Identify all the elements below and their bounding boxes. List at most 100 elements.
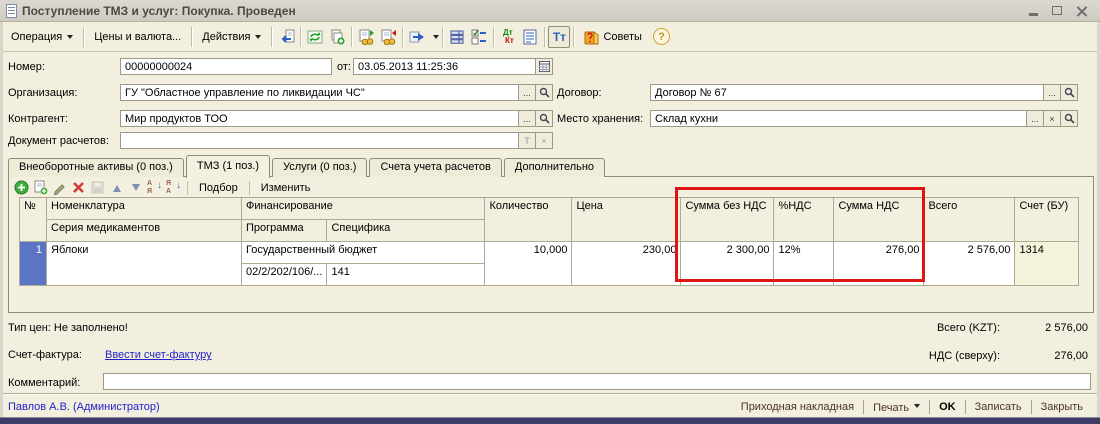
minimize-button[interactable]	[1026, 4, 1040, 18]
account-cell[interactable]: 1314	[1015, 242, 1079, 286]
quantity-cell[interactable]: 10,000	[485, 242, 572, 286]
total-cell[interactable]: 2 576,00	[924, 242, 1015, 286]
close-form-button[interactable]: Закрыть	[1032, 399, 1092, 415]
maximize-button[interactable]	[1050, 4, 1064, 18]
contractor-ellipsis-button[interactable]: ...	[518, 111, 535, 126]
save-button[interactable]: Записать	[966, 399, 1031, 415]
header-row-1: № Номенклатура Финансирование Количество…	[20, 198, 1079, 220]
settlement-doc-label: Документ расчетов:	[8, 135, 109, 147]
row-number-cell[interactable]: 1	[20, 242, 47, 286]
footer-separator	[0, 393, 1100, 395]
calendar-icon	[539, 61, 550, 72]
organization-lookup-button[interactable]	[535, 85, 552, 100]
checklist-icon	[471, 29, 487, 45]
nomenclature-cell[interactable]: Яблоки	[47, 242, 242, 286]
checklist-button[interactable]	[468, 26, 490, 48]
refresh-icon	[307, 29, 323, 45]
settlement-doc-input[interactable]	[121, 133, 518, 148]
warehouse-ellipsis-button[interactable]: ...	[1026, 111, 1043, 126]
change-button[interactable]: Изменить	[255, 181, 317, 195]
warehouse-clear-button[interactable]: ×	[1043, 111, 1060, 126]
post-document-button[interactable]	[355, 26, 377, 48]
financing-cell[interactable]: Государственный бюджет	[242, 242, 485, 264]
move-row-end-button[interactable]	[89, 180, 106, 196]
tab-settlement-accounts[interactable]: Счета учета расчетов	[369, 158, 501, 177]
chevron-down-icon[interactable]	[433, 35, 439, 42]
enter-invoice-link[interactable]: Ввести счет-фактуру	[105, 349, 212, 361]
delete-row-button[interactable]	[70, 180, 87, 196]
print-label: Печать	[873, 402, 909, 414]
text-labels-toggle-button[interactable]: Тт	[548, 26, 570, 48]
settlement-doc-text-button[interactable]: T	[518, 133, 535, 148]
report-button[interactable]	[519, 26, 541, 48]
contractor-input[interactable]	[121, 111, 518, 126]
tab-services[interactable]: Услуги (0 поз.)	[272, 158, 367, 177]
current-user-link[interactable]: Павлов А.В. (Администратор)	[8, 401, 160, 413]
vat-percent-cell[interactable]: 12%	[774, 242, 834, 286]
contract-input[interactable]	[651, 85, 1043, 100]
toolbar-separator	[402, 27, 403, 47]
lookup-icon	[539, 87, 550, 98]
organization-ellipsis-button[interactable]: ...	[518, 85, 535, 100]
number-input[interactable]	[121, 59, 331, 74]
move-row-up-button[interactable]	[108, 180, 125, 196]
refresh-button[interactable]	[304, 26, 326, 48]
unpost-document-button[interactable]	[377, 26, 399, 48]
prices-currency-label: Цены и валюта...	[94, 31, 181, 43]
date-label: от:	[337, 61, 351, 73]
advices-button[interactable]: Советы	[577, 25, 648, 49]
sort-asc-button[interactable]: АЯ↓	[146, 180, 163, 196]
tab-tmz[interactable]: ТМЗ (1 поз.)	[186, 155, 270, 178]
date-input[interactable]	[354, 59, 535, 74]
specifics-cell[interactable]: 141	[327, 264, 485, 286]
price-type-text: Тип цен: Не заполнено!	[8, 322, 128, 334]
copy-row-button[interactable]	[32, 180, 49, 196]
print-button[interactable]: Печать	[864, 398, 929, 416]
pick-button[interactable]: Подбор	[193, 181, 244, 195]
actions-button[interactable]: Действия	[195, 27, 268, 47]
copy-row-icon	[33, 180, 48, 195]
toolbar-separator	[442, 27, 443, 47]
warehouse-lookup-button[interactable]	[1060, 111, 1077, 126]
move-row-down-button[interactable]	[127, 180, 144, 196]
advices-icon	[584, 29, 599, 45]
contract-ellipsis-button[interactable]: ...	[1043, 85, 1060, 100]
doc-type-button[interactable]: Приходная накладная	[732, 399, 863, 415]
operation-label: Операция	[11, 31, 62, 43]
edit-row-button[interactable]	[51, 180, 68, 196]
price-cell[interactable]: 230,00	[572, 242, 681, 286]
calendar-button[interactable]	[535, 59, 552, 74]
minimize-icon	[1029, 13, 1038, 16]
settlement-doc-clear-button[interactable]: ×	[535, 133, 552, 148]
tab-additional[interactable]: Дополнительно	[504, 158, 605, 177]
tab-fixed-assets[interactable]: Внеоборотные активы (0 поз.)	[8, 158, 184, 177]
ok-button[interactable]: OK	[930, 399, 965, 415]
organization-input[interactable]	[121, 85, 518, 100]
window-frame-bottom	[0, 417, 1100, 424]
toolbar-separator	[351, 27, 352, 47]
tmz-tab-page: АЯ↓ ЯА↓ Подбор Изменить № Номенклатура Ф…	[8, 176, 1094, 313]
movements-icon	[449, 29, 465, 45]
program-cell[interactable]: 02/2/202/106/...	[242, 264, 327, 286]
dt-kt-button[interactable]: ДтКт	[497, 26, 519, 48]
contractor-lookup-button[interactable]	[535, 111, 552, 126]
operation-button[interactable]: Операция	[4, 27, 80, 47]
advices-label: Советы	[603, 31, 641, 43]
save-return-icon	[278, 29, 295, 45]
sort-desc-button[interactable]: ЯА↓	[165, 180, 182, 196]
sort-desc-icon: ЯА↓	[166, 180, 181, 196]
save-return-button[interactable]	[275, 26, 297, 48]
comment-input[interactable]	[103, 373, 1091, 390]
close-button[interactable]	[1074, 4, 1088, 18]
go-to-button[interactable]	[406, 26, 428, 48]
movements-button[interactable]	[446, 26, 468, 48]
help-button[interactable]: ?	[653, 28, 670, 45]
warehouse-input[interactable]	[651, 111, 1026, 126]
vat-amount-cell[interactable]: 276,00	[834, 242, 924, 286]
prices-currency-button[interactable]: Цены и валюта...	[87, 27, 188, 47]
actions-label: Действия	[202, 31, 250, 43]
contract-lookup-button[interactable]	[1060, 85, 1077, 100]
copy-document-button[interactable]	[326, 26, 348, 48]
add-row-button[interactable]	[13, 180, 30, 196]
amount-wo-vat-cell[interactable]: 2 300,00	[681, 242, 774, 286]
